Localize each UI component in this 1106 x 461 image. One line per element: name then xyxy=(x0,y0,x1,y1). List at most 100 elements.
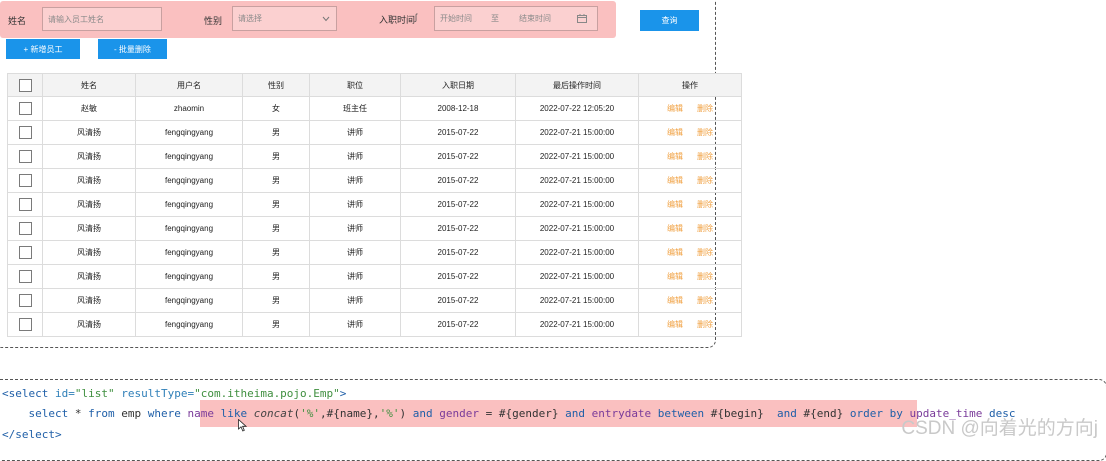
row-checkbox[interactable] xyxy=(18,174,32,187)
delete-link[interactable]: 删除 xyxy=(697,248,713,257)
table-row: 风清扬 fengqingyang 男讲师 2015-07-22 2022-07-21 1… xyxy=(7,168,742,193)
code-tag-close: > xyxy=(339,387,347,400)
cell-position: 讲师 xyxy=(309,288,401,313)
query-button[interactable]: 查询 xyxy=(640,10,699,31)
code-id-value: "list" xyxy=(74,387,115,400)
code-resulttype-value: "com.itheima.pojo.Emp" xyxy=(194,387,340,400)
edit-link[interactable]: 编辑 xyxy=(667,128,683,137)
delete-link[interactable]: 删除 xyxy=(697,152,713,161)
cell-gender: 男 xyxy=(242,168,310,193)
code-concat-function: concat xyxy=(253,407,294,420)
add-employee-button[interactable]: + 新增员工 xyxy=(6,39,80,59)
select-all-checkbox[interactable] xyxy=(18,78,32,92)
code-and-keyword-1: and xyxy=(406,407,440,420)
cell-name: 风清扬 xyxy=(42,288,136,313)
delete-link[interactable]: 删除 xyxy=(697,320,713,329)
delete-link[interactable]: 删除 xyxy=(697,272,713,281)
code-order-by-keyword: order by xyxy=(843,407,910,420)
edit-link[interactable]: 编辑 xyxy=(667,296,683,305)
row-select-cell xyxy=(7,216,43,241)
select-all-cell xyxy=(7,73,43,97)
row-checkbox[interactable] xyxy=(18,294,32,307)
edit-link[interactable]: 编辑 xyxy=(667,272,683,281)
cell-position: 讲师 xyxy=(309,312,401,337)
code-end-param: #{end} xyxy=(803,407,844,420)
entry-date-range-picker[interactable]: 开始时间 至 结束时间 xyxy=(434,6,598,31)
code-between-keyword: between xyxy=(651,407,711,420)
cell-actions: 编辑 删除 xyxy=(638,120,742,145)
cell-name: 风清扬 xyxy=(42,144,136,169)
code-percent-string-2: '%' xyxy=(379,407,400,420)
cell-entry-date: 2015-07-22 xyxy=(400,168,516,193)
cell-last-modified: 2022-07-21 15:00:00 xyxy=(515,264,639,289)
cell-actions: 编辑 删除 xyxy=(638,144,742,169)
cell-gender: 男 xyxy=(242,192,310,217)
cell-last-modified: 2022-07-21 15:00:00 xyxy=(515,144,639,169)
delete-link[interactable]: 删除 xyxy=(697,296,713,305)
gender-select[interactable]: 请选择 xyxy=(232,6,337,31)
delete-link[interactable]: 删除 xyxy=(697,224,713,233)
row-checkbox[interactable] xyxy=(18,198,32,211)
cell-entry-date: 2015-07-22 xyxy=(400,120,516,145)
code-star: * xyxy=(68,407,89,420)
cell-username: fengqingyang xyxy=(135,168,243,193)
edit-link[interactable]: 编辑 xyxy=(667,320,683,329)
row-checkbox[interactable] xyxy=(18,126,32,139)
cell-last-modified: 2022-07-22 12:05:20 xyxy=(515,96,639,121)
delete-link[interactable]: 删除 xyxy=(697,104,713,113)
row-checkbox[interactable] xyxy=(18,318,32,331)
cell-actions: 编辑 删除 xyxy=(638,288,742,313)
edit-link[interactable]: 编辑 xyxy=(667,176,683,185)
cell-actions: 编辑 删除 xyxy=(638,192,742,217)
cell-username: fengqingyang xyxy=(135,120,243,145)
cell-position: 讲师 xyxy=(309,144,401,169)
row-select-cell xyxy=(7,168,43,193)
cell-gender: 男 xyxy=(242,144,310,169)
cell-actions: 编辑 删除 xyxy=(638,240,742,265)
table-row: 风清扬 fengqingyang 男讲师 2015-07-22 2022-07-21 1… xyxy=(7,240,742,265)
row-checkbox[interactable] xyxy=(18,246,32,259)
cell-name: 风清扬 xyxy=(42,192,136,217)
code-line-1: <select id="list" resultType="com.itheim… xyxy=(2,387,346,400)
code-like-keyword: like xyxy=(214,407,254,420)
delete-link[interactable]: 删除 xyxy=(697,128,713,137)
cell-last-modified: 2022-07-21 15:00:00 xyxy=(515,120,639,145)
name-search-input[interactable]: 请输入员工姓名 xyxy=(42,7,162,31)
cell-gender: 男 xyxy=(242,264,310,289)
code-from-keyword: from xyxy=(88,407,115,420)
cell-entry-date: 2015-07-22 xyxy=(400,192,516,217)
row-checkbox[interactable] xyxy=(18,270,32,283)
table-header-row: 姓名 用户名 性别 职位 入职日期 最后操作时间 操作 xyxy=(7,73,742,97)
edit-link[interactable]: 编辑 xyxy=(667,224,683,233)
cell-last-modified: 2022-07-21 15:00:00 xyxy=(515,168,639,193)
cell-actions: 编辑 删除 xyxy=(638,312,742,337)
range-separator: 至 xyxy=(491,14,499,23)
row-select-cell xyxy=(7,144,43,169)
cell-entry-date: 2015-07-22 xyxy=(400,216,516,241)
row-checkbox[interactable] xyxy=(18,222,32,235)
cell-username: fengqingyang xyxy=(135,144,243,169)
edit-link[interactable]: 编辑 xyxy=(667,200,683,209)
code-percent-string-1: '%' xyxy=(300,407,320,420)
table-row: 赵敏 zhaomin 女班主任 2008-12-18 2022-07-22 12:05:… xyxy=(7,96,742,121)
edit-link[interactable]: 编辑 xyxy=(667,248,683,257)
cell-gender: 男 xyxy=(242,288,310,313)
table-row: 风清扬 fengqingyang 男讲师 2015-07-22 2022-07-21 1… xyxy=(7,144,742,169)
row-checkbox[interactable] xyxy=(18,150,32,163)
delete-link[interactable]: 删除 xyxy=(697,176,713,185)
cell-actions: 编辑 删除 xyxy=(638,96,742,121)
row-checkbox[interactable] xyxy=(18,102,32,115)
row-select-cell xyxy=(7,264,43,289)
name-label: 姓名 xyxy=(8,16,27,26)
edit-link[interactable]: 编辑 xyxy=(667,104,683,113)
code-line-3: </select> xyxy=(2,428,62,441)
cell-name: 风清扬 xyxy=(42,264,136,289)
batch-delete-button[interactable]: - 批量删除 xyxy=(98,39,167,59)
cell-last-modified: 2022-07-21 15:00:00 xyxy=(515,288,639,313)
code-gender-param: = #{gender} xyxy=(478,407,566,420)
delete-link[interactable]: 删除 xyxy=(697,200,713,209)
watermark: CSDN @向着光的方向j xyxy=(901,418,1098,439)
cell-entry-date: 2015-07-22 xyxy=(400,264,516,289)
edit-link[interactable]: 编辑 xyxy=(667,152,683,161)
cell-position: 讲师 xyxy=(309,168,401,193)
